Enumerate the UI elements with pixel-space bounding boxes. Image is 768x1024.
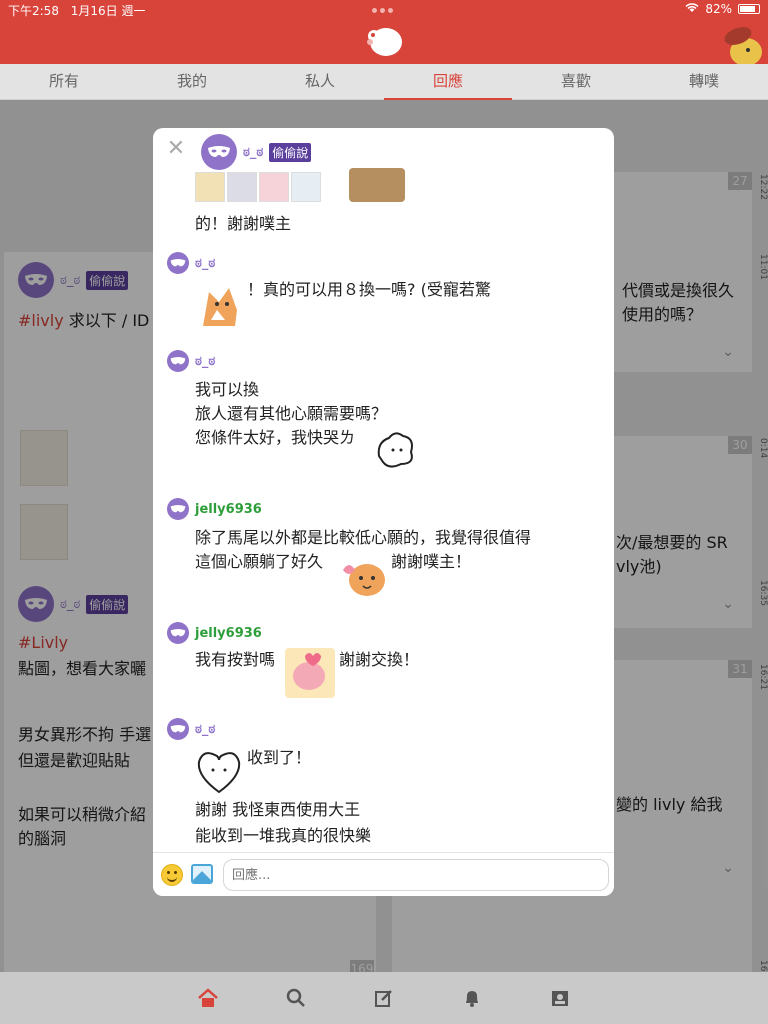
image-upload-icon[interactable] [191, 864, 213, 884]
tab-replurks[interactable]: 轉噗 [640, 64, 768, 99]
plurk-logo-icon[interactable] [364, 24, 404, 58]
more-dots-icon[interactable] [372, 8, 393, 13]
status-time: 下午2:58 1月16日 週一 [8, 2, 146, 19]
reply-text: 謝謝 我怪東西使用大王 [195, 800, 361, 819]
plurk-dialog: ✕ ಠ_ಠ 偷偷說 的！謝謝噗主 ಠ_ಠ ！真的可以用８換一嗎? (受寵若驚 ಠ… [153, 128, 614, 896]
search-icon[interactable] [281, 983, 311, 1013]
reply-text: 謝謝交換！ [339, 650, 420, 669]
reply-text: 收到了！ [247, 748, 312, 767]
reply-text: 您條件太好，我快哭ㄌ [195, 428, 356, 447]
tab-all[interactable]: 所有 [0, 64, 128, 99]
heart-sticker-icon [197, 752, 241, 794]
bell-icon[interactable] [457, 983, 487, 1013]
avatar[interactable] [201, 134, 237, 170]
emoticon-icon[interactable] [161, 864, 183, 886]
reply-avatar[interactable] [167, 498, 189, 520]
reply-text: 能收到一堆我真的很快樂 [195, 826, 372, 845]
top-bar: 下午2:58 1月16日 週一 82% [0, 0, 768, 66]
anonymous-badge: 偷偷說 [269, 142, 312, 162]
tab-mine[interactable]: 我的 [128, 64, 256, 99]
reply-text: 旅人還有其他心願需要嗎？ [195, 404, 388, 423]
reply-text: 我有按對嗎 [195, 650, 276, 669]
mascot-icon[interactable] [718, 18, 764, 66]
attached-image[interactable] [349, 168, 405, 202]
reply-author[interactable]: jelly6936 [195, 502, 262, 517]
compose-icon[interactable] [369, 983, 399, 1013]
reply-avatar[interactable] [167, 718, 189, 740]
reply-text: 謝謝噗主！ [391, 552, 472, 571]
reply-avatar[interactable] [167, 622, 189, 644]
status-indicators: 82% [685, 2, 760, 16]
attached-image[interactable] [291, 172, 321, 202]
reply-avatar[interactable] [167, 252, 189, 274]
reply-author[interactable]: ಠ_ಠ [195, 722, 215, 737]
attached-image[interactable] [259, 172, 289, 202]
filter-tabs: 所有 我的 私人 回應 喜歡 轉噗 [0, 64, 768, 100]
reply-text: ！真的可以用８換一嗎? (受寵若驚 [247, 280, 491, 299]
tab-responses[interactable]: 回應 [384, 64, 512, 100]
reply-composer [153, 852, 614, 896]
dust-sticker-icon [377, 432, 413, 468]
reply-author[interactable]: ಠ_ಠ [195, 256, 215, 271]
attached-image[interactable] [195, 172, 225, 202]
tab-likes[interactable]: 喜歡 [512, 64, 640, 99]
wifi-icon [685, 2, 699, 16]
fox-sticker-icon [203, 288, 237, 326]
date-text: 1月16日 週一 [70, 4, 146, 18]
reply-author[interactable]: jelly6936 [195, 626, 262, 641]
cookie-sticker-icon [343, 564, 385, 596]
tab-private[interactable]: 私人 [256, 64, 384, 99]
close-icon[interactable]: ✕ [165, 138, 187, 160]
reply-input[interactable] [223, 859, 609, 891]
battery-text: 82% [705, 2, 732, 16]
profile-card-icon[interactable] [545, 983, 575, 1013]
home-icon[interactable] [193, 983, 223, 1013]
dialog-header: ಠ_ಠ 偷偷說 [201, 134, 312, 170]
attached-image[interactable] [227, 172, 257, 202]
battery-icon [738, 4, 760, 14]
attached-images [195, 172, 321, 202]
reply-text: 除了馬尾以外都是比較低心願的，我覺得很值得 [195, 528, 532, 547]
reply-avatar[interactable] [167, 350, 189, 372]
reply-author[interactable]: ಠ_ಠ [195, 354, 215, 369]
reply-text: 這個心願躺了好久 [195, 552, 324, 571]
time-text: 下午2:58 [8, 4, 59, 18]
reply-text: 的！謝謝噗主 [195, 214, 292, 233]
bottom-navigation [0, 972, 768, 1024]
pink-sticker-icon [285, 648, 335, 698]
reply-text: 我可以換 [195, 380, 260, 399]
author-name[interactable]: ಠ_ಠ [243, 145, 263, 160]
